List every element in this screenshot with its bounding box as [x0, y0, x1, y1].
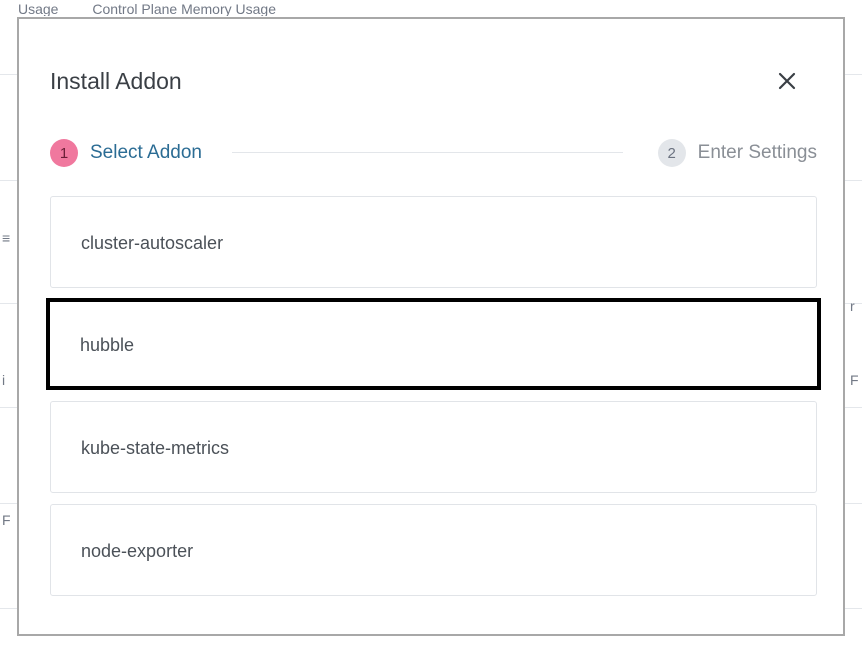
- step-number-badge: 1: [50, 139, 78, 167]
- addon-name: kube-state-metrics: [81, 438, 230, 458]
- addon-name: node-exporter: [81, 541, 194, 561]
- addon-card-node-exporter[interactable]: node-exporter: [50, 504, 817, 596]
- addon-card-hubble[interactable]: hubble: [46, 298, 821, 390]
- close-button[interactable]: [775, 69, 799, 93]
- close-icon: [778, 72, 796, 90]
- addon-card-kube-state-metrics[interactable]: kube-state-metrics: [50, 401, 817, 493]
- addon-name: hubble: [80, 335, 135, 355]
- step-enter-settings: 2 Enter Settings: [657, 138, 817, 168]
- modal-title: Install Addon: [50, 68, 182, 94]
- addon-name: cluster-autoscaler: [81, 233, 224, 253]
- step-select-addon: 1 Select Addon: [50, 138, 202, 168]
- step-number-badge: 2: [657, 139, 686, 167]
- install-addon-modal: Install Addon 1 Select Addon 2 Enter Set…: [17, 17, 845, 636]
- step-label: Select Addon: [90, 142, 202, 163]
- addon-card-cluster-autoscaler[interactable]: cluster-autoscaler: [50, 196, 817, 288]
- step-connector: [232, 152, 623, 153]
- step-label: Enter Settings: [697, 142, 817, 163]
- stepper: 1 Select Addon 2 Enter Settings: [50, 138, 817, 168]
